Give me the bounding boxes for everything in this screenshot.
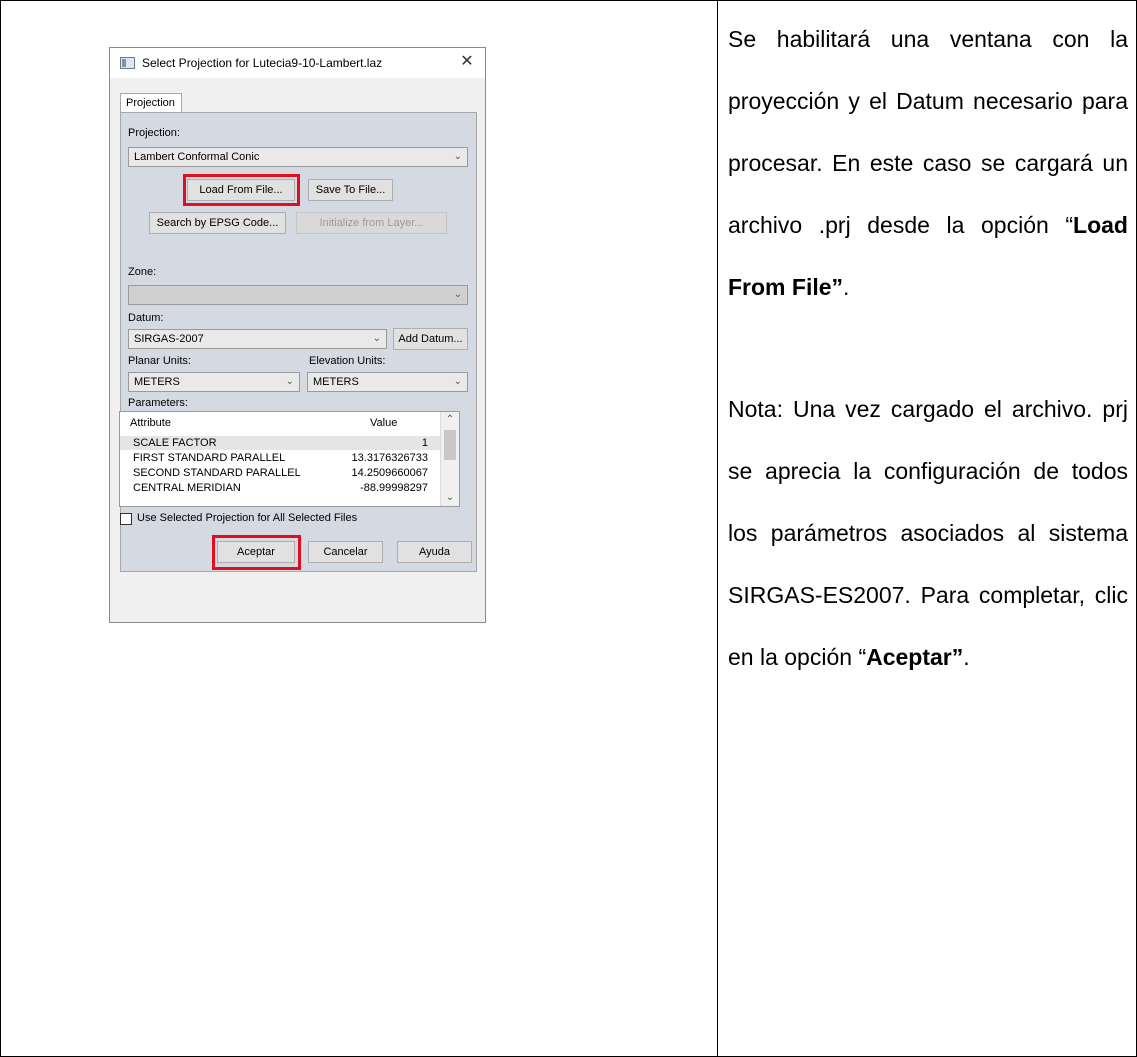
para2-end: . bbox=[963, 644, 970, 670]
load-from-file-highlight bbox=[183, 174, 300, 206]
value-column-header[interactable]: Value bbox=[370, 412, 397, 434]
param-value: 1 bbox=[421, 437, 428, 449]
parameters-label: Parameters: bbox=[128, 397, 188, 409]
dialog-title: Select Projection for Lutecia9-10-Lamber… bbox=[142, 56, 383, 70]
search-epsg-button[interactable]: Search by EPSG Code... bbox=[149, 212, 286, 234]
select-projection-dialog: Select Projection for Lutecia9-10-Lamber… bbox=[109, 47, 486, 623]
parameters-scrollbar[interactable]: ⌃ ⌄ bbox=[440, 412, 459, 506]
close-icon[interactable]: ✕ bbox=[455, 51, 479, 73]
planar-units-value: METERS bbox=[134, 376, 180, 388]
parameters-header: Attribute Value bbox=[120, 412, 440, 434]
table-row[interactable]: FIRST STANDARD PARALLEL 13.3176326733 bbox=[120, 451, 440, 465]
elevation-units-select[interactable]: METERS ⌄ bbox=[307, 372, 468, 392]
instruction-paragraph-1: Se habilitará una ventana con la proyecc… bbox=[728, 8, 1128, 318]
param-attribute: SECOND STANDARD PARALLEL bbox=[133, 467, 301, 479]
instruction-paragraph-2: Nota: Una vez cargado el archivo. prj se… bbox=[728, 378, 1128, 688]
add-datum-button[interactable]: Add Datum... bbox=[393, 328, 468, 350]
tab-projection[interactable]: Projection bbox=[120, 93, 182, 113]
planar-units-select[interactable]: METERS ⌄ bbox=[128, 372, 300, 392]
zone-label: Zone: bbox=[128, 266, 157, 278]
use-for-all-checkbox[interactable] bbox=[120, 513, 132, 525]
chevron-down-icon: ⌄ bbox=[285, 376, 294, 387]
scroll-up-icon[interactable]: ⌃ bbox=[441, 412, 459, 428]
param-value: 14.2509660067 bbox=[351, 467, 428, 479]
param-value: -88.99998297 bbox=[360, 482, 428, 494]
table-row[interactable]: CENTRAL MERIDIAN -88.99998297 bbox=[120, 481, 440, 495]
chevron-down-icon: ⌄ bbox=[453, 376, 462, 387]
zone-select[interactable]: ⌄ bbox=[128, 285, 468, 305]
save-to-file-button[interactable]: Save To File... bbox=[308, 179, 393, 201]
scrollbar-thumb[interactable] bbox=[444, 430, 456, 460]
table-row[interactable]: SCALE FACTOR 1 bbox=[120, 436, 440, 450]
param-value: 13.3176326733 bbox=[351, 452, 428, 464]
param-attribute: FIRST STANDARD PARALLEL bbox=[133, 452, 286, 464]
para1-open-quote: “ bbox=[1065, 212, 1074, 238]
elevation-units-value: METERS bbox=[313, 376, 359, 388]
scroll-down-icon[interactable]: ⌄ bbox=[441, 490, 459, 506]
use-for-all-label: Use Selected Projection for All Selected… bbox=[137, 512, 358, 524]
projection-select[interactable]: Lambert Conformal Conic ⌄ bbox=[128, 147, 468, 167]
param-attribute: SCALE FACTOR bbox=[133, 437, 217, 449]
para2-text: Nota: Una vez cargado el archivo. prj se… bbox=[728, 396, 1128, 670]
datum-select[interactable]: SIRGAS-2007 ⌄ bbox=[128, 329, 387, 349]
dialog-titlebar: Select Projection for Lutecia9-10-Lamber… bbox=[110, 48, 485, 78]
para1-end: . bbox=[843, 274, 850, 300]
projection-value: Lambert Conformal Conic bbox=[134, 151, 260, 163]
help-button[interactable]: Ayuda bbox=[397, 541, 472, 563]
datum-label: Datum: bbox=[128, 312, 164, 324]
cancel-button[interactable]: Cancelar bbox=[308, 541, 383, 563]
parameters-table[interactable]: Attribute Value SCALE FACTOR 1 FIRST STA… bbox=[119, 411, 460, 507]
para2-open-quote: “ bbox=[858, 644, 867, 670]
datum-value: SIRGAS-2007 bbox=[134, 333, 204, 345]
aceptar-emphasis: Aceptar” bbox=[866, 644, 964, 670]
projection-label: Projection: bbox=[128, 127, 180, 139]
left-table-cell: Select Projection for Lutecia9-10-Lamber… bbox=[0, 0, 718, 1057]
chevron-down-icon: ⌄ bbox=[453, 151, 462, 162]
planar-units-label: Planar Units: bbox=[128, 355, 191, 367]
ok-button-highlight bbox=[212, 535, 301, 570]
window-app-icon bbox=[120, 57, 135, 69]
elevation-units-label: Elevation Units: bbox=[309, 355, 386, 367]
chevron-down-icon: ⌄ bbox=[453, 289, 462, 300]
table-row[interactable]: SECOND STANDARD PARALLEL 14.2509660067 bbox=[120, 466, 440, 480]
initialize-from-layer-button[interactable]: Initialize from Layer... bbox=[296, 212, 447, 234]
chevron-down-icon: ⌄ bbox=[372, 333, 381, 344]
para1-text: Se habilitará una ventana con la proyecc… bbox=[728, 26, 1128, 238]
attribute-column-header[interactable]: Attribute bbox=[130, 412, 171, 434]
instruction-text: Se habilitará una ventana con la proyecc… bbox=[728, 0, 1128, 688]
param-attribute: CENTRAL MERIDIAN bbox=[133, 482, 241, 494]
